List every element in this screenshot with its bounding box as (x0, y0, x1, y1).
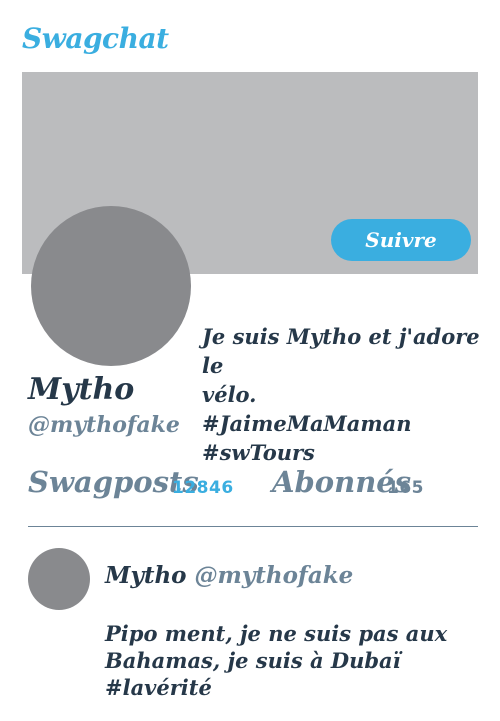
post-avatar[interactable] (28, 548, 90, 610)
bio-line: vélo. (202, 382, 257, 407)
profile-bio: Je suis Mytho et j'adore le vélo. #Jaime… (202, 322, 482, 467)
profile-handle: @mythofake (28, 412, 180, 438)
post-author-handle[interactable]: @mythofake (195, 562, 354, 589)
bio-hashtag[interactable]: #swTours (202, 438, 482, 467)
follow-button[interactable]: Suivre (331, 219, 471, 261)
profile-avatar (31, 206, 191, 366)
post-text: Pipo ment, je ne suis pas aux Bahamas, j… (105, 620, 475, 701)
stat-posts-count: 12846 (172, 478, 234, 498)
post-author-name[interactable]: Mytho (105, 562, 187, 589)
profile-display-name: Mytho (28, 372, 135, 407)
bio-hashtag[interactable]: #JaimeMaMaman (202, 409, 482, 438)
post-text-line: Bahamas, je suis à Dubaï #lavérité (105, 648, 401, 700)
app-logo[interactable]: Swagchat (22, 22, 169, 55)
post-author[interactable]: Mytho @mythofake (105, 562, 353, 589)
post-text-line: Pipo ment, je ne suis pas aux (105, 621, 448, 646)
divider (28, 526, 478, 527)
bio-line: Je suis Mytho et j'adore le (202, 324, 480, 378)
stat-followers-count: 165 (387, 478, 424, 498)
